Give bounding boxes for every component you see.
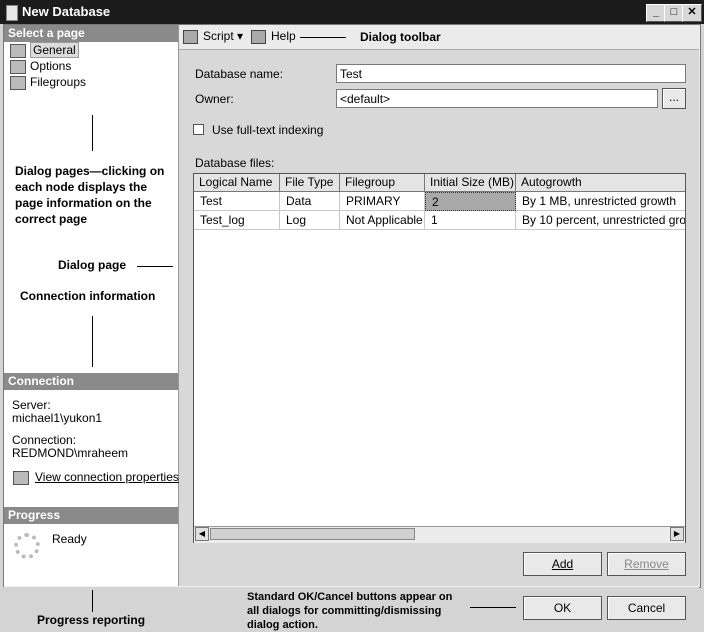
annotation-line	[92, 590, 93, 612]
help-button[interactable]: Help	[251, 28, 296, 44]
connection-properties-icon	[13, 470, 29, 485]
table-cell[interactable]: 1	[425, 211, 516, 230]
table-cell[interactable]: Not Applicable	[340, 211, 425, 230]
column-header-file-type[interactable]: File Type	[280, 174, 340, 192]
progress-header: Progress	[4, 507, 178, 524]
script-button[interactable]: Script ▾	[183, 28, 243, 44]
table-cell[interactable]: PRIMARY	[340, 192, 425, 211]
annotation-line	[300, 37, 346, 38]
dropdown-arrow-icon: ▾	[237, 29, 244, 43]
column-header-logical-name[interactable]: Logical Name	[194, 174, 280, 192]
database-icon	[6, 5, 18, 21]
help-icon	[251, 29, 266, 44]
table-cell[interactable]: Test_log	[194, 211, 280, 230]
annotation-standard-buttons: Standard OK/Cancel buttons appear on all…	[247, 591, 453, 631]
table-cell[interactable]: Log	[280, 211, 340, 230]
table-cell[interactable]: By 10 percent, unrestricted growth	[516, 211, 685, 230]
annotation-line	[92, 115, 93, 151]
script-label: Script	[203, 29, 234, 43]
window-title: New Database	[22, 4, 111, 19]
left-pane	[4, 25, 179, 586]
owner-browse-button[interactable]: ...	[662, 88, 686, 109]
progress-spinner-icon	[14, 533, 40, 559]
table-cell[interactable]: Test	[194, 192, 280, 211]
ok-button[interactable]: OK	[523, 596, 602, 620]
page-item-general[interactable]: General	[10, 42, 79, 58]
page-item-label: General	[30, 42, 79, 58]
add-button-label: Add	[551, 557, 574, 571]
annotation-line	[470, 607, 516, 608]
close-button[interactable]: ✕	[682, 4, 702, 22]
page-item-label: Options	[30, 59, 72, 73]
progress-status: Ready	[52, 532, 87, 546]
column-header-autogrowth[interactable]: Autogrowth	[516, 174, 685, 192]
view-connection-properties-label: View connection properties	[35, 470, 179, 484]
page-item-label: Filegroups	[30, 75, 87, 89]
column-header-initial-size[interactable]: Initial Size (MB)	[425, 174, 516, 192]
annotation-dialog-page: Dialog page	[58, 258, 127, 272]
fulltext-label: Use full-text indexing	[212, 123, 324, 137]
connection-header: Connection	[4, 373, 178, 390]
page-icon	[10, 75, 26, 90]
owner-label: Owner:	[195, 92, 234, 106]
minimize-button[interactable]: _	[646, 4, 666, 22]
select-page-header: Select a page	[4, 25, 178, 42]
annotation-dialog-toolbar: Dialog toolbar	[360, 30, 441, 44]
scroll-thumb[interactable]	[210, 528, 415, 540]
connection-value: REDMOND\mraheem	[12, 446, 129, 460]
database-files-grid: Logical Name File Type Filegroup Initial…	[193, 173, 686, 543]
help-label: Help	[271, 29, 296, 43]
maximize-button[interactable]: □	[664, 4, 684, 22]
remove-button-label: Remove	[624, 557, 669, 571]
server-value: michael1\yukon1	[12, 411, 103, 425]
remove-button[interactable]: Remove	[607, 552, 686, 576]
database-files-label: Database files:	[195, 156, 275, 170]
table-cell[interactable]: By 1 MB, unrestricted growth	[516, 192, 685, 211]
table-cell[interactable]: Data	[280, 192, 340, 211]
cancel-button[interactable]: Cancel	[607, 596, 686, 620]
annotation-line	[92, 316, 93, 367]
annotation-progress-reporting: Progress reporting	[37, 613, 146, 627]
page-icon	[10, 59, 26, 74]
script-icon	[183, 29, 198, 44]
database-name-input[interactable]: Test	[336, 64, 686, 83]
annotation-dialog-pages: Dialog pages—clicking on each node displ…	[15, 164, 165, 226]
scroll-right-button[interactable]: ▶	[670, 527, 684, 541]
page-item-options[interactable]: Options	[10, 59, 71, 74]
annotation-line	[137, 266, 173, 267]
title-bar: New Database _ □ ✕	[0, 0, 704, 24]
fulltext-checkbox[interactable]	[193, 124, 204, 135]
page-icon	[10, 43, 26, 58]
database-name-label: Database name:	[195, 67, 284, 81]
add-button[interactable]: Add	[523, 552, 602, 576]
page-item-filegroups[interactable]: Filegroups	[10, 75, 86, 90]
column-header-filegroup[interactable]: Filegroup	[340, 174, 425, 192]
view-connection-properties-link[interactable]: View connection properties	[13, 470, 179, 485]
owner-input[interactable]: <default>	[336, 89, 658, 108]
scroll-left-button[interactable]: ◀	[195, 527, 209, 541]
table-cell[interactable]: 2	[425, 192, 516, 211]
annotation-connection-information: Connection information	[20, 289, 156, 303]
